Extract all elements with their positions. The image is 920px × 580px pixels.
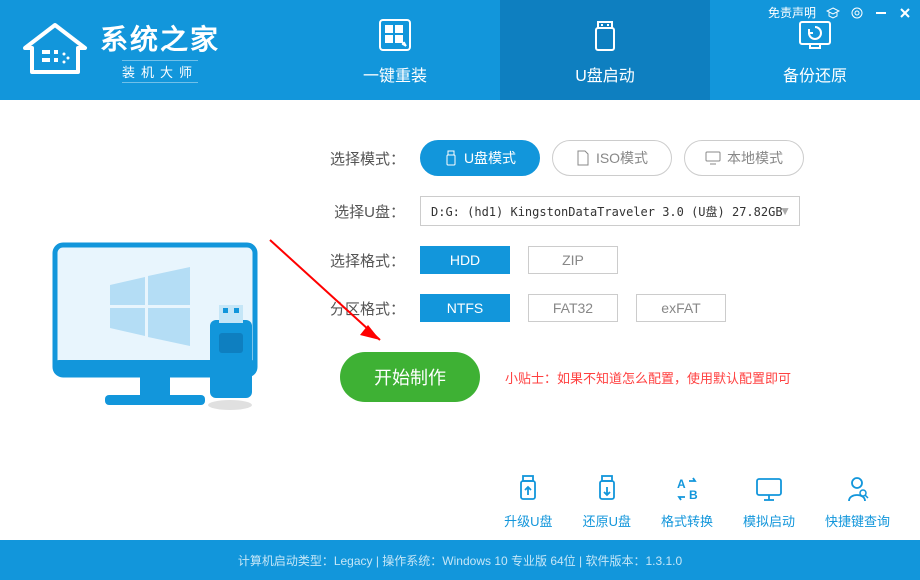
format-row: 选择格式： HDD ZIP: [330, 246, 890, 274]
tab-reinstall[interactable]: 一键重装: [290, 0, 500, 100]
mode-usb-button[interactable]: U盘模式: [420, 140, 540, 176]
svg-text:A: A: [677, 477, 686, 491]
partition-row: 分区格式： NTFS FAT32 exFAT: [330, 294, 890, 322]
partition-fat32-button[interactable]: FAT32: [528, 294, 618, 322]
format-label: 选择格式：: [330, 250, 420, 271]
tool-hotkey-lookup[interactable]: 快捷键查询: [825, 473, 890, 530]
illustration: [0, 100, 330, 540]
usb-label: 选择U盘：: [330, 201, 420, 222]
header: 系统之家 装机大师 一键重装 U盘启动 备份还原 免责声明: [0, 0, 920, 100]
tab-usb-boot[interactable]: U盘启动: [500, 0, 710, 100]
graduation-icon[interactable]: [826, 6, 840, 20]
partition-exfat-button[interactable]: exFAT: [636, 294, 726, 322]
start-row: 开始制作 小贴士：如果不知道怎么配置，使用默认配置即可: [330, 352, 890, 402]
monitor-icon: [705, 151, 721, 165]
footer: 计算机启动类型：Legacy | 操作系统：Windows 10 专业版 64位…: [0, 540, 920, 580]
mode-row: 选择模式： U盘模式 ISO模式 本地模式: [330, 140, 890, 176]
usb-up-icon: [512, 473, 544, 505]
format-hdd-button[interactable]: HDD: [420, 246, 510, 274]
minimize-icon[interactable]: [874, 6, 888, 20]
monitor-icon: [753, 473, 785, 505]
usb-select[interactable]: D:G: (hd1) KingstonDataTraveler 3.0 (U盘)…: [420, 196, 800, 226]
close-icon[interactable]: [898, 6, 912, 20]
partition-label: 分区格式：: [330, 298, 420, 319]
partition-ntfs-button[interactable]: NTFS: [420, 294, 510, 322]
content-area: 选择模式： U盘模式 ISO模式 本地模式 选择U盘： D:G: (hd1) K…: [0, 100, 920, 540]
usb-drive-icon: [584, 14, 626, 56]
format-zip-button[interactable]: ZIP: [528, 246, 618, 274]
brand-subtitle: 装机大师: [122, 60, 198, 83]
tool-upgrade-usb[interactable]: 升级U盘: [504, 473, 552, 530]
tool-simulate-boot[interactable]: 模拟启动: [743, 473, 795, 530]
person-search-icon: [841, 473, 873, 505]
disclaimer-link[interactable]: 免责声明: [768, 4, 816, 21]
start-button[interactable]: 开始制作: [340, 352, 480, 402]
footer-text: 计算机启动类型：Legacy | 操作系统：Windows 10 专业版 64位…: [238, 552, 682, 569]
house-icon: [20, 20, 90, 80]
tip-text: 小贴士：如果不知道怎么配置，使用默认配置即可: [505, 368, 791, 387]
window-controls: 免责声明: [768, 4, 912, 21]
usb-icon: [444, 150, 458, 166]
mode-iso-button[interactable]: ISO模式: [552, 140, 672, 176]
usb-down-icon: [591, 473, 623, 505]
iso-icon: [576, 150, 590, 166]
tool-format-convert[interactable]: AB 格式转换: [661, 473, 713, 530]
usb-select-row: 选择U盘： D:G: (hd1) KingstonDataTraveler 3.…: [330, 196, 890, 226]
mode-label: 选择模式：: [330, 148, 420, 169]
brand-title: 系统之家: [100, 18, 220, 58]
chevron-down-icon: ▼: [779, 204, 791, 218]
logo: 系统之家 装机大师: [0, 0, 290, 100]
bottom-toolbar: 升级U盘 还原U盘 AB 格式转换 模拟启动 快捷键查询: [504, 473, 890, 530]
gear-icon[interactable]: [850, 6, 864, 20]
svg-text:B: B: [689, 488, 698, 502]
convert-icon: AB: [671, 473, 703, 505]
tool-restore-usb[interactable]: 还原U盘: [583, 473, 631, 530]
mode-local-button[interactable]: 本地模式: [684, 140, 804, 176]
windows-icon: [374, 14, 416, 56]
